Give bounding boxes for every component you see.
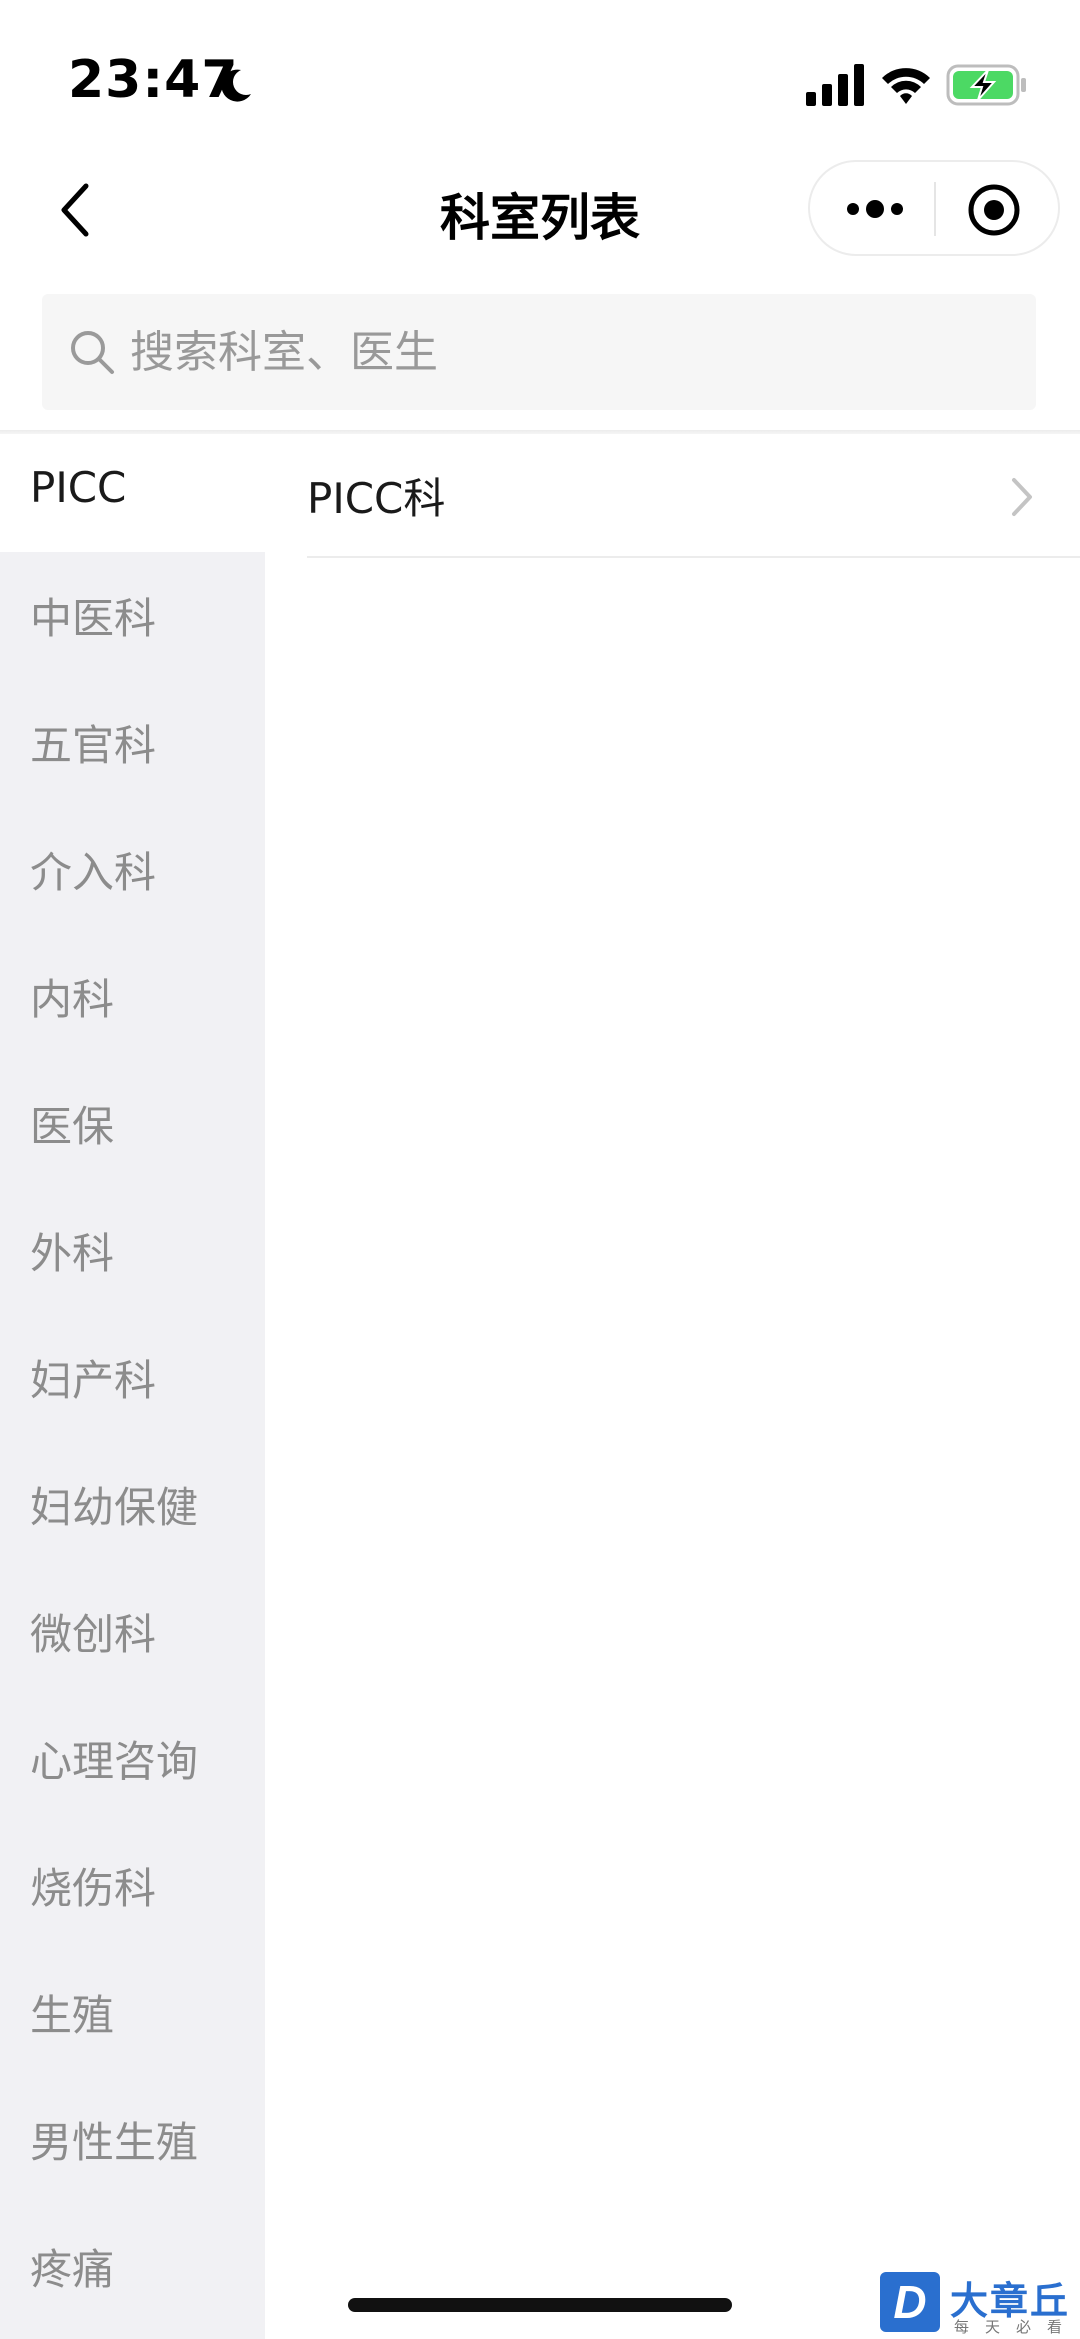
watermark-logo: D	[880, 2272, 940, 2332]
battery-charging-icon	[946, 64, 1026, 106]
department-item-label: 微创科	[30, 1609, 157, 1659]
department-item-label: 妇产科	[30, 1355, 157, 1405]
status-time: 23:47	[68, 50, 239, 110]
department-item-label: 烧伤科	[30, 1863, 157, 1913]
department-item-label: 内科	[30, 974, 115, 1024]
department-item[interactable]: 五官科	[0, 679, 265, 805]
more-dots-icon	[847, 200, 903, 218]
close-mini-program-button[interactable]	[964, 180, 1024, 240]
cellular-signal-icon	[806, 64, 864, 106]
mini-program-capsule	[808, 160, 1060, 256]
department-item-label: 介入科	[30, 847, 157, 897]
status-bar: 23:47	[0, 0, 1080, 150]
moon-icon	[221, 69, 251, 102]
more-button[interactable]	[840, 180, 910, 238]
department-item-label: 妇幼保健	[30, 1482, 199, 1532]
department-item[interactable]: 妇幼保健	[0, 1441, 265, 1567]
search-input[interactable]	[130, 294, 1010, 410]
search-bar[interactable]	[42, 294, 1036, 410]
wifi-icon	[882, 68, 930, 104]
capsule-divider	[934, 182, 936, 236]
department-item-label: 疼痛	[30, 2244, 115, 2294]
search-icon	[71, 331, 114, 374]
department-item-label: 心理咨询	[30, 1736, 199, 1786]
department-item[interactable]: 中医科	[0, 552, 265, 678]
department-item-label: PICC	[30, 462, 127, 512]
home-indicator[interactable]	[348, 2298, 732, 2312]
department-item-label: 外科	[30, 1228, 115, 1278]
department-item[interactable]: 微创科	[0, 1568, 265, 1694]
department-item[interactable]: 男性生殖	[0, 2076, 265, 2202]
department-item[interactable]: 心理咨询	[0, 1695, 265, 1821]
department-item[interactable]: 医保	[0, 1060, 265, 1186]
department-item-label: 中医科	[30, 593, 157, 643]
department-item[interactable]: 外科	[0, 1187, 265, 1313]
department-item[interactable]: 介入科	[0, 806, 265, 932]
department-item[interactable]: 生殖	[0, 1949, 265, 2075]
watermark: D 大章丘 每天必看	[878, 2268, 1080, 2339]
department-item[interactable]: 烧伤科	[0, 1822, 265, 1948]
sub-department-item[interactable]: PICC科	[307, 434, 1080, 558]
department-menu: PICC 中医科五官科介入科内科医保外科妇产科妇幼保健微创科心理咨询烧伤科生殖男性…	[0, 434, 265, 2339]
department-item[interactable]: 妇产科	[0, 1314, 265, 1440]
chevron-right-icon	[1012, 478, 1032, 516]
department-item-label: 医保	[30, 1101, 115, 1151]
navigation-bar: 科室列表	[0, 150, 1080, 270]
department-item[interactable]: 疼痛	[0, 2203, 265, 2329]
target-circle-icon	[968, 184, 1020, 236]
screen: 23:47 科室列表 搜索科室、医生 PICC 中医科 五官科 介入科 内科 医…	[0, 0, 1080, 2339]
department-item-label: 男性生殖	[30, 2117, 199, 2167]
department-item-label: 五官科	[30, 720, 157, 770]
sub-department-label: PICC科	[307, 473, 446, 523]
department-item-label: 生殖	[30, 1990, 115, 2040]
watermark-slogan: 每天必看	[954, 2318, 1079, 2336]
department-item[interactable]: 内科	[0, 933, 265, 1059]
department-item[interactable]: PICC	[0, 434, 265, 552]
sub-department-list: PICC科	[265, 434, 1080, 2339]
